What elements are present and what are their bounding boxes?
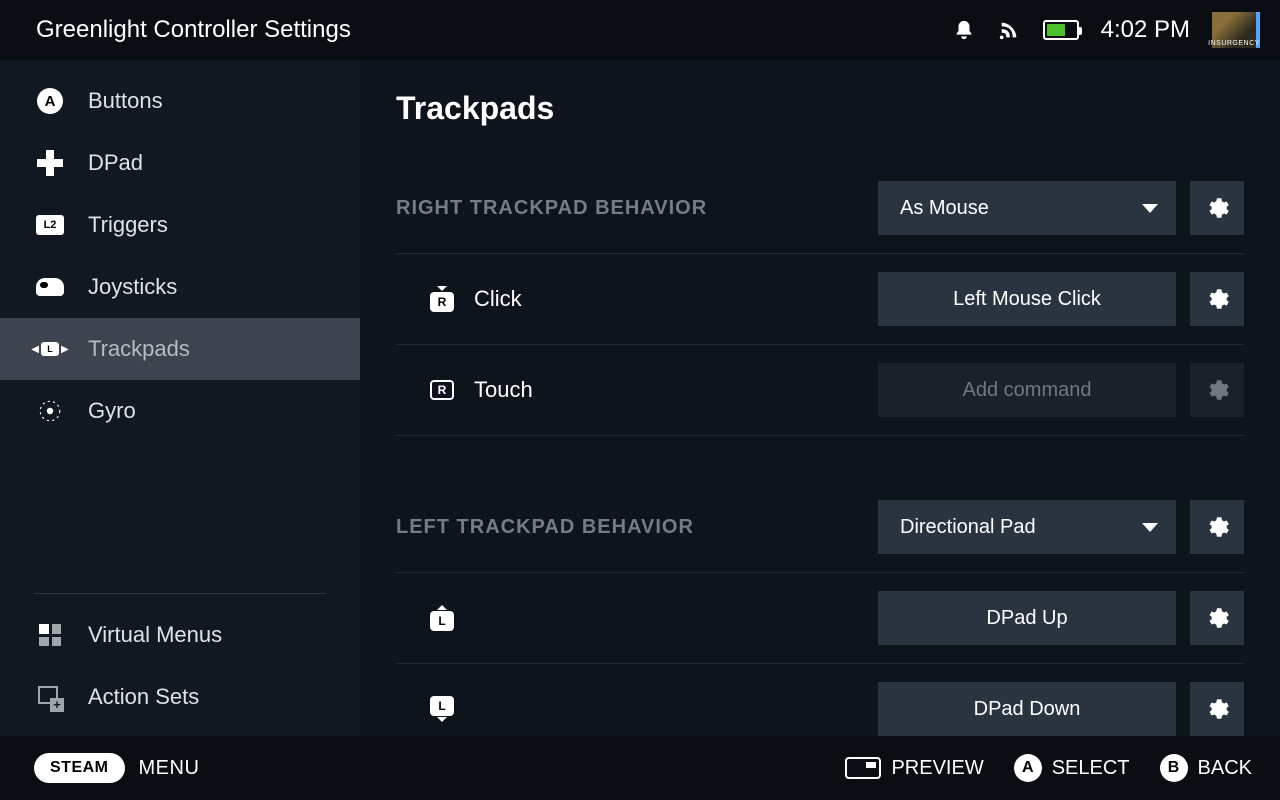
- left-pad-down-icon: L: [426, 693, 458, 725]
- a-glyph-icon: A: [37, 88, 63, 114]
- left-down-binding[interactable]: DPad Down: [878, 682, 1176, 736]
- row-label: Click: [474, 286, 522, 312]
- chevron-down-icon: [1142, 204, 1158, 213]
- right-touch-binding[interactable]: Add command: [878, 363, 1176, 417]
- b-button-icon: B: [1160, 754, 1188, 782]
- gear-icon: [1204, 605, 1230, 631]
- back-action[interactable]: B BACK: [1160, 754, 1252, 782]
- trackpad-icon: ◀L▶: [31, 342, 68, 356]
- menu-label: MENU: [139, 757, 200, 780]
- dropdown-value: Directional Pad: [900, 516, 1036, 539]
- chevron-down-icon: [1142, 523, 1158, 532]
- content-title: Trackpads: [396, 90, 1244, 127]
- gyro-icon: [34, 397, 66, 425]
- gear-icon: [1204, 696, 1230, 722]
- right-behavior-dropdown[interactable]: As Mouse: [878, 181, 1176, 235]
- main-content: Trackpads RIGHT TRACKPAD BEHAVIOR As Mou…: [360, 60, 1280, 736]
- sidebar-item-label: DPad: [88, 150, 143, 176]
- preview-action[interactable]: PREVIEW: [845, 757, 983, 780]
- sidebar-item-dpad[interactable]: DPad: [0, 132, 360, 194]
- sidebar-item-triggers[interactable]: L2 Triggers: [0, 194, 360, 256]
- battery-icon: [1043, 20, 1079, 40]
- action-sets-icon: [38, 686, 62, 708]
- right-touch-row: R Touch Add command: [396, 345, 1244, 436]
- sidebar-item-joysticks[interactable]: Joysticks: [0, 256, 360, 318]
- trigger-icon: L2: [36, 215, 64, 235]
- left-up-row: L DPad Up: [396, 573, 1244, 664]
- sidebar-item-label: Triggers: [88, 212, 168, 238]
- right-click-row: R Click Left Mouse Click: [396, 254, 1244, 345]
- gear-icon: [1204, 514, 1230, 540]
- left-down-settings[interactable]: [1190, 682, 1244, 736]
- right-touch-settings[interactable]: [1190, 363, 1244, 417]
- gear-icon: [1204, 195, 1230, 221]
- sidebar-item-label: Buttons: [88, 88, 163, 114]
- left-pad-up-icon: L: [426, 602, 458, 634]
- sidebar-item-label: Joysticks: [88, 274, 177, 300]
- grid-icon: [39, 624, 61, 646]
- sidebar-item-virtual-menus[interactable]: Virtual Menus: [0, 604, 360, 666]
- gear-icon: [1204, 286, 1230, 312]
- right-pad-click-icon: R: [426, 283, 458, 315]
- dpad-icon: [37, 150, 63, 176]
- right-pad-touch-icon: R: [426, 374, 458, 406]
- sidebar-item-gyro[interactable]: Gyro: [0, 380, 360, 442]
- sidebar-item-action-sets[interactable]: Action Sets: [0, 666, 360, 728]
- sidebar-item-label: Action Sets: [88, 684, 199, 710]
- dropdown-value: As Mouse: [900, 197, 989, 220]
- left-down-row: L DPad Down: [396, 664, 1244, 736]
- a-button-icon: A: [1014, 754, 1042, 782]
- sidebar-item-label: Virtual Menus: [88, 622, 222, 648]
- row-label: Touch: [474, 377, 533, 403]
- right-click-settings[interactable]: [1190, 272, 1244, 326]
- steam-button[interactable]: STEAM: [34, 753, 125, 783]
- right-trackpad-header-row: RIGHT TRACKPAD BEHAVIOR As Mouse: [396, 163, 1244, 254]
- page-title: Greenlight Controller Settings: [36, 16, 351, 44]
- select-action[interactable]: A SELECT: [1014, 754, 1130, 782]
- sidebar-item-label: Trackpads: [88, 336, 190, 362]
- right-behavior-settings[interactable]: [1190, 181, 1244, 235]
- sidebar-item-trackpads[interactable]: ◀L▶ Trackpads: [0, 318, 360, 380]
- joystick-icon: [36, 278, 64, 296]
- section-label: LEFT TRACKPAD BEHAVIOR: [396, 516, 878, 539]
- divider: [34, 593, 326, 594]
- sidebar: A Buttons DPad L2 Triggers Joysticks ◀L▶…: [0, 60, 360, 736]
- left-behavior-settings[interactable]: [1190, 500, 1244, 554]
- section-label: RIGHT TRACKPAD BEHAVIOR: [396, 197, 878, 220]
- preview-icon: [845, 757, 881, 779]
- header-bar: Greenlight Controller Settings 4:02 PM I…: [0, 0, 1280, 60]
- avatar[interactable]: INSURGENCY: [1212, 12, 1260, 48]
- footer-bar: STEAM MENU PREVIEW A SELECT B BACK: [0, 736, 1280, 800]
- sidebar-item-buttons[interactable]: A Buttons: [0, 70, 360, 132]
- status-tray: 4:02 PM INSURGENCY: [953, 12, 1260, 48]
- bell-icon[interactable]: [953, 18, 975, 42]
- left-up-settings[interactable]: [1190, 591, 1244, 645]
- gear-icon: [1204, 377, 1230, 403]
- avatar-label: INSURGENCY: [1208, 40, 1260, 48]
- wifi-icon: [997, 19, 1021, 41]
- left-up-binding[interactable]: DPad Up: [878, 591, 1176, 645]
- left-behavior-dropdown[interactable]: Directional Pad: [878, 500, 1176, 554]
- clock: 4:02 PM: [1101, 16, 1190, 44]
- sidebar-item-label: Gyro: [88, 398, 136, 424]
- left-trackpad-header-row: LEFT TRACKPAD BEHAVIOR Directional Pad: [396, 482, 1244, 573]
- right-click-binding[interactable]: Left Mouse Click: [878, 272, 1176, 326]
